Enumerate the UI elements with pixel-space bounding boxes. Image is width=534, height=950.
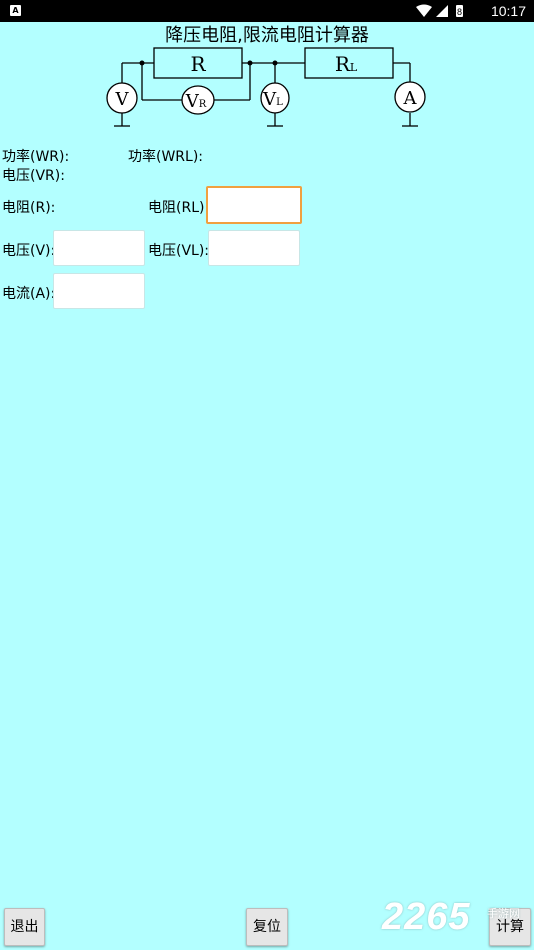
status-bar: A 8 10:17 bbox=[0, 0, 534, 22]
voltage-vl-input[interactable] bbox=[208, 230, 300, 266]
circuit-diagram: R RL V VR VL A bbox=[106, 47, 426, 127]
exit-button[interactable]: 退出 bbox=[4, 908, 45, 946]
svg-text:RL: RL bbox=[335, 52, 358, 76]
result-power-wrl: 功率(WRL): bbox=[128, 149, 204, 165]
signal-icon bbox=[436, 5, 448, 17]
watermark-logo: 2265 bbox=[382, 896, 471, 938]
junction-dot bbox=[139, 60, 145, 66]
resistor-rl: RL bbox=[304, 47, 394, 79]
voltmeter-vl: VL bbox=[260, 82, 290, 114]
voltmeter-v: V bbox=[106, 82, 138, 114]
status-icons: 8 bbox=[416, 4, 463, 17]
resistance-rl-input[interactable] bbox=[206, 186, 302, 224]
svg-text:R: R bbox=[190, 52, 206, 76]
resistance-rl-label: 电阻(RL): bbox=[148, 200, 210, 216]
voltmeter-vr: VR bbox=[181, 85, 215, 115]
current-a-input[interactable] bbox=[53, 273, 145, 309]
resistance-r-label: 电阻(R): bbox=[2, 200, 56, 216]
resistor-r: R bbox=[153, 47, 243, 79]
watermark-suffix: 手游网 bbox=[487, 907, 520, 920]
result-voltage-vr: 电压(VR): bbox=[2, 168, 65, 184]
voltage-vl-label: 电压(VL): bbox=[148, 243, 210, 259]
app-notification-icon: A bbox=[10, 5, 21, 16]
result-power-wr: 功率(WR): bbox=[2, 149, 70, 165]
ammeter-a: A bbox=[394, 81, 426, 113]
svg-text:V: V bbox=[115, 89, 130, 110]
voltage-v-label: 电压(V): bbox=[2, 243, 56, 259]
junction-dot bbox=[247, 60, 253, 66]
svg-text:A: A bbox=[403, 88, 418, 109]
current-a-label: 电流(A): bbox=[2, 286, 56, 302]
voltage-v-input[interactable] bbox=[53, 230, 145, 266]
junction-dot bbox=[272, 60, 278, 66]
reset-button[interactable]: 复位 bbox=[246, 908, 288, 946]
clock: 10:17 bbox=[490, 3, 526, 19]
wifi-icon bbox=[416, 4, 432, 17]
battery-level: 8 bbox=[457, 7, 462, 17]
